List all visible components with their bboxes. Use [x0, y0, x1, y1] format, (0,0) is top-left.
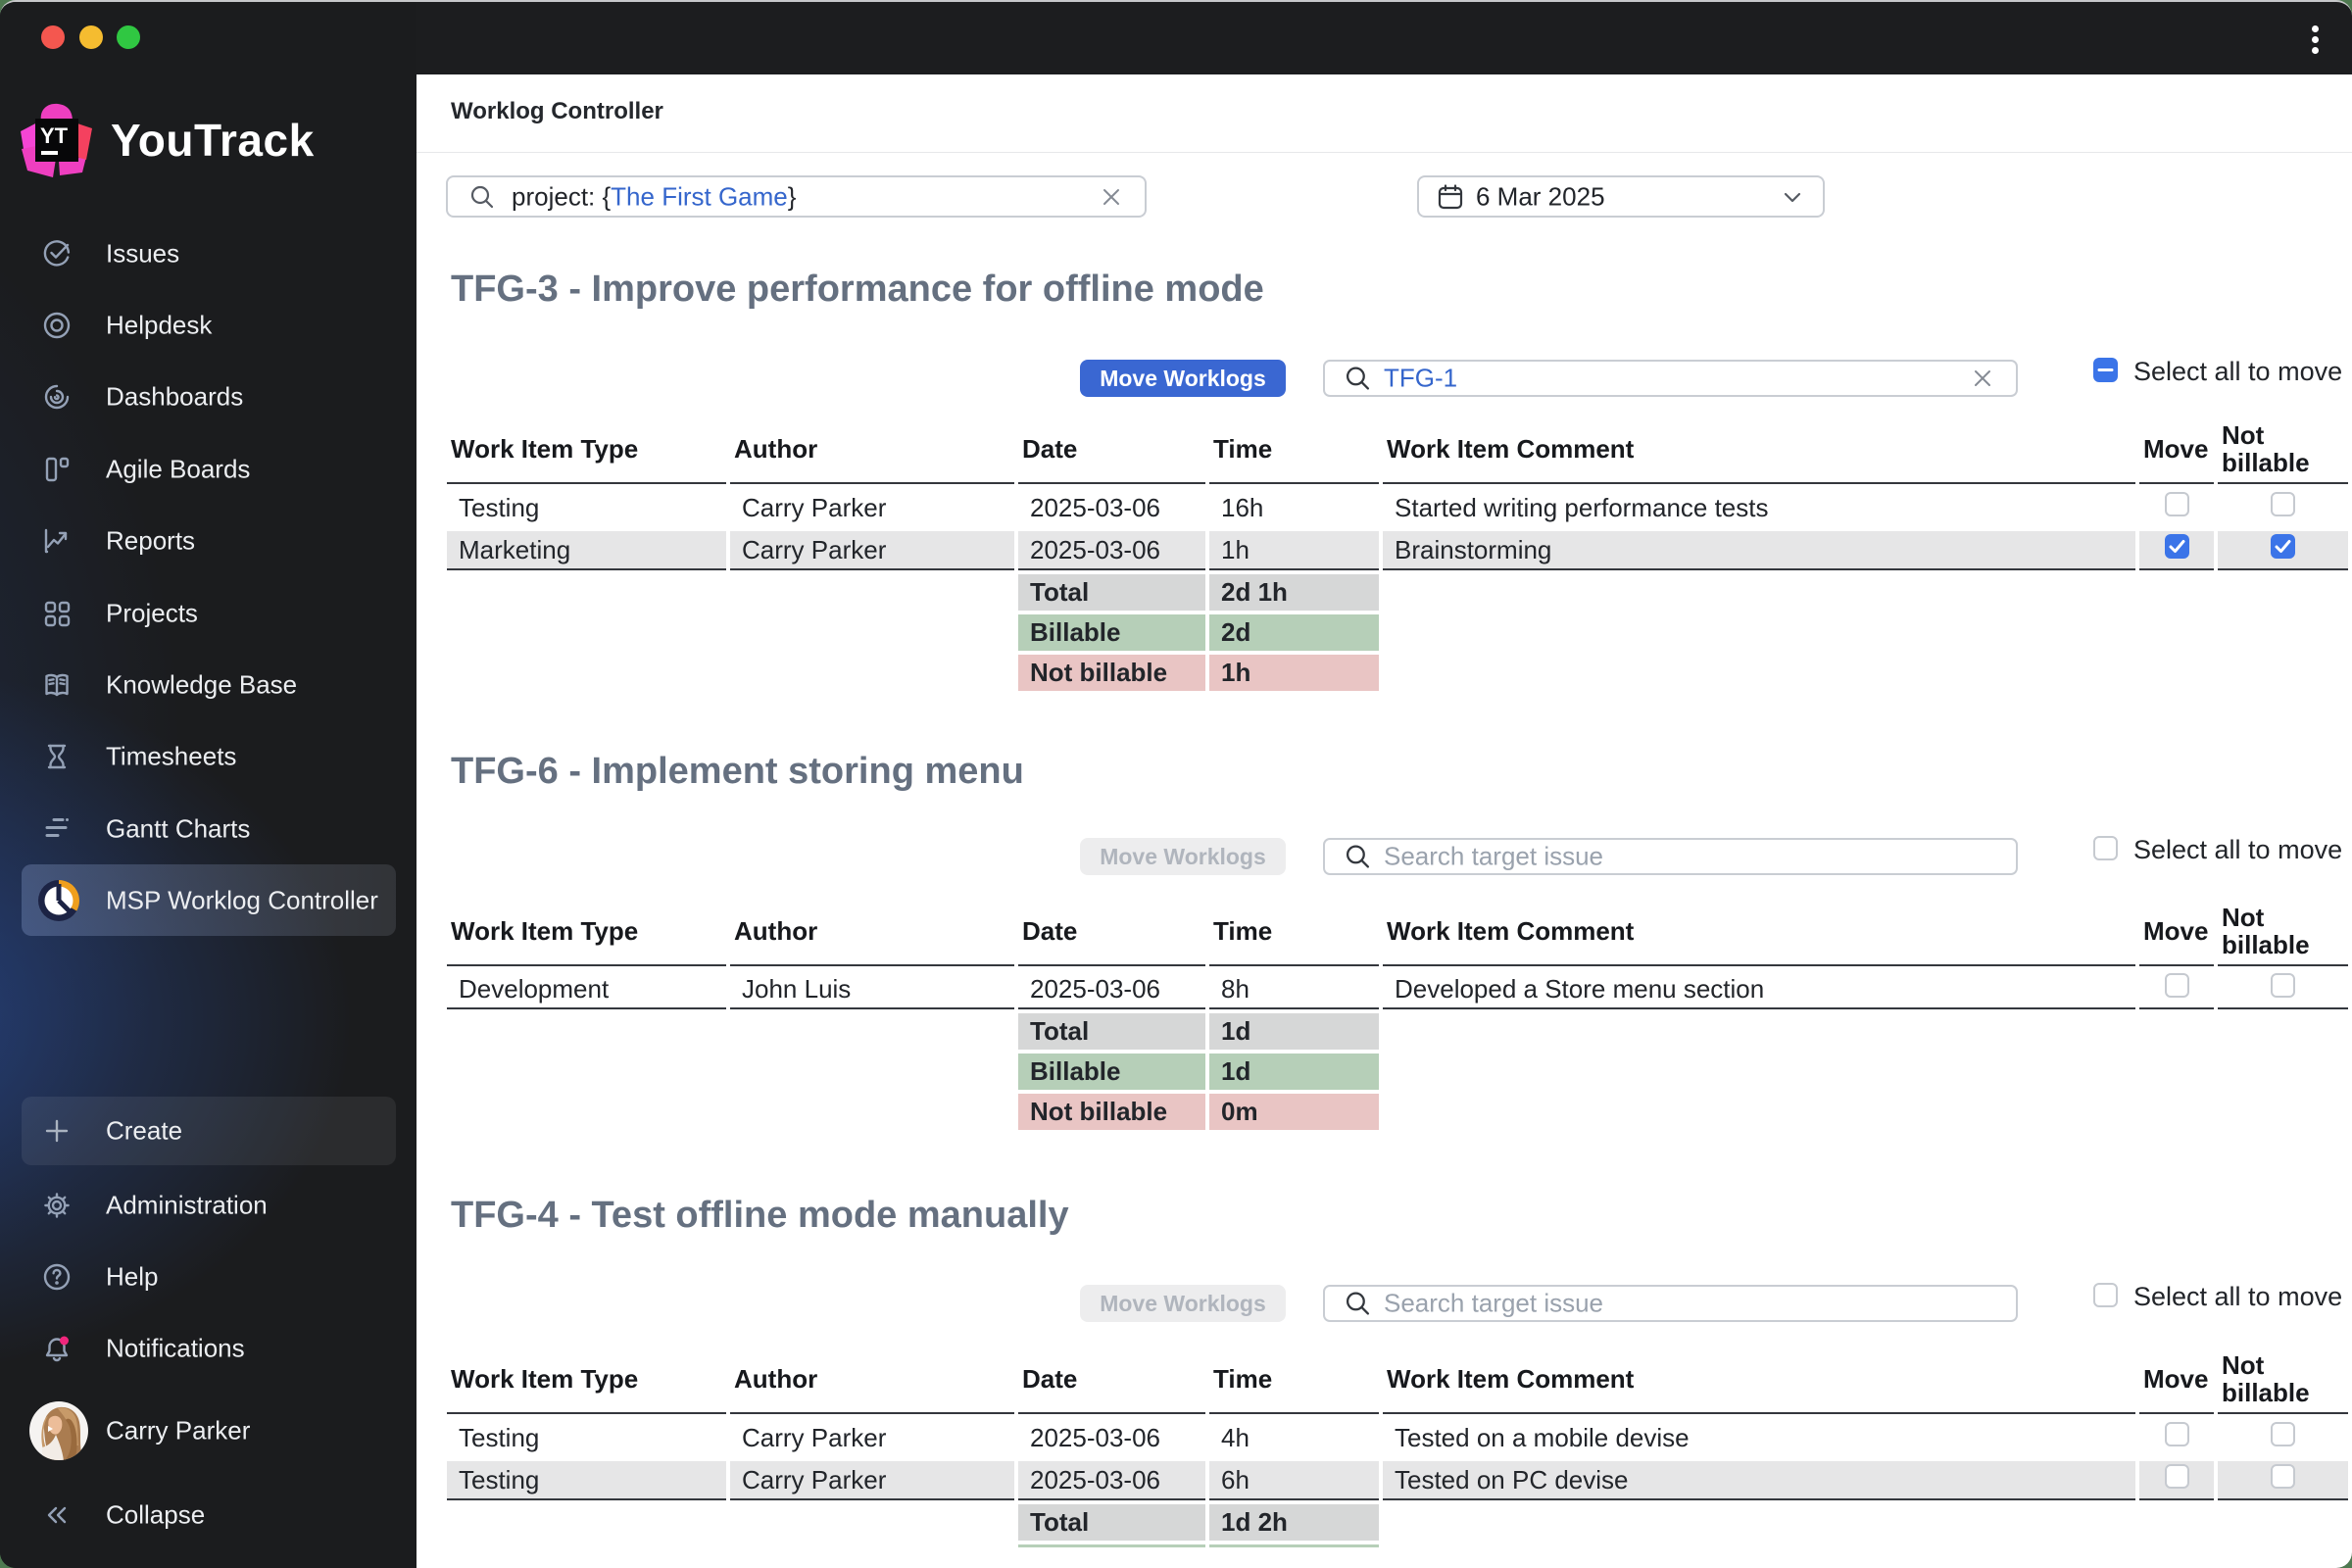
svg-text:YT: YT [40, 123, 69, 148]
